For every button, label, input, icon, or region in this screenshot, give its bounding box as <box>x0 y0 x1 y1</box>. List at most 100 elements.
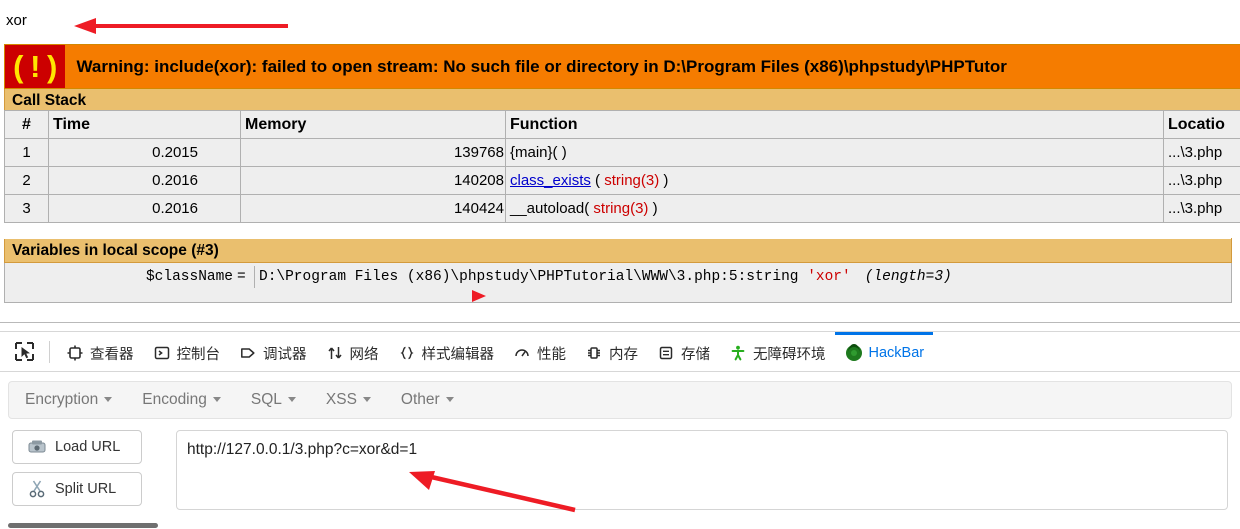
menu-label: Encoding <box>142 391 207 408</box>
performance-icon <box>512 343 532 363</box>
cell-location: ...\3.php <box>1164 167 1240 195</box>
button-label: Split URL <box>55 481 116 497</box>
chevron-down-icon <box>288 397 296 402</box>
tab-label: HackBar <box>869 345 925 361</box>
tab-performance[interactable]: 性能 <box>503 332 575 371</box>
call-stack-header-row: # Time Memory Function Locatio <box>5 111 1240 139</box>
col-header-num: # <box>5 111 49 139</box>
menu-label: Encryption <box>25 391 98 408</box>
cell-location: ...\3.php <box>1164 195 1240 223</box>
menu-label: XSS <box>326 391 357 408</box>
hackbar-menu-encoding[interactable]: Encoding <box>142 391 221 409</box>
tab-style-editor[interactable]: 样式编辑器 <box>388 332 504 371</box>
arrow-to-echo-output <box>70 14 295 38</box>
table-row: 3 0.2016 140424 __autoload( string(3) ) … <box>5 195 1240 223</box>
storage-icon <box>656 343 676 363</box>
inspector-icon <box>65 343 85 363</box>
variables-body-cell: $className = D:\Program Files (x86)\phps… <box>5 263 1232 303</box>
tab-label: 网络 <box>350 343 379 364</box>
function-arg-type: string(3) <box>593 200 648 217</box>
variable-value: D:\Program Files (x86)\phpstudy\PHPTutor… <box>255 266 1231 288</box>
horizontal-scrollbar-thumb[interactable] <box>8 523 158 528</box>
variables-section-title: Variables in local scope (#3) <box>5 239 1232 263</box>
split-url-button[interactable]: Split URL <box>12 472 142 506</box>
variables-section-header-row: Variables in local scope (#3) <box>5 239 1232 263</box>
chevron-down-icon <box>104 397 112 402</box>
url-input[interactable] <box>176 430 1228 510</box>
tab-storage[interactable]: 存储 <box>647 332 719 371</box>
console-icon <box>152 343 172 363</box>
warning-exclamation-icon: ( ! ) <box>13 49 56 84</box>
browser-page-content: xor ( ! ) Warning: include(xor): failed … <box>0 0 1240 322</box>
chevron-down-icon <box>213 397 221 402</box>
cell-function: {main}( ) <box>506 139 1164 167</box>
cell-time: 0.2016 <box>49 167 241 195</box>
tab-label: 查看器 <box>90 343 134 364</box>
tab-label: 调试器 <box>263 343 307 364</box>
warning-icon-cell: ( ! ) <box>5 45 65 89</box>
cell-num: 3 <box>5 195 49 223</box>
col-header-location: Locatio <box>1164 111 1240 139</box>
cell-function: class_exists ( string(3) ) <box>506 167 1164 195</box>
tab-label: 样式编辑器 <box>422 343 495 364</box>
variable-name: $className <box>5 266 237 288</box>
variable-value-path: D:\Program Files (x86)\phpstudy\PHPTutor… <box>259 269 807 285</box>
tab-accessibility[interactable]: 无障碍环境 <box>719 332 835 371</box>
variable-equals-sign: = <box>237 266 255 288</box>
table-row: 1 0.2015 139768 {main}( ) ...\3.php <box>5 139 1240 167</box>
call-stack-section-title: Call Stack <box>5 89 1240 113</box>
function-paren-close: ) <box>648 200 657 217</box>
cell-memory: 140208 <box>241 167 506 195</box>
memory-icon <box>584 343 604 363</box>
function-paren-close: ) <box>659 172 668 189</box>
tab-network[interactable]: 网络 <box>316 332 388 371</box>
call-stack-table: # Time Memory Function Locatio 1 0.2015 … <box>4 110 1240 223</box>
variables-table: Variables in local scope (#3) $className… <box>4 238 1232 303</box>
tab-inspector[interactable]: 查看器 <box>56 332 143 371</box>
button-label: Load URL <box>55 439 120 455</box>
cell-memory: 140424 <box>241 195 506 223</box>
table-row: 2 0.2016 140208 class_exists ( string(3)… <box>5 167 1240 195</box>
cell-memory: 139768 <box>241 139 506 167</box>
devtools-panel: 查看器 控制台 调试器 网络 样式编辑器 <box>0 322 1240 528</box>
tab-debugger[interactable]: 调试器 <box>229 332 316 371</box>
load-url-button[interactable]: Load URL <box>12 430 142 464</box>
function-name-text: {main}( ) <box>510 144 567 161</box>
hackbar-menu-other[interactable]: Other <box>401 391 454 409</box>
cell-time: 0.2015 <box>49 139 241 167</box>
chevron-down-icon <box>446 397 454 402</box>
tab-hackbar[interactable]: HackBar <box>835 332 934 371</box>
tab-label: 内存 <box>609 343 638 364</box>
variable-value-length: (length=3) <box>851 269 952 285</box>
hackbar-icon <box>844 343 864 363</box>
menu-label: SQL <box>251 391 282 408</box>
devtools-toolbar: 查看器 控制台 调试器 网络 样式编辑器 <box>0 332 1240 372</box>
warning-message-text: Warning: include(xor): failed to open st… <box>65 45 1240 89</box>
hackbar-menu-sql[interactable]: SQL <box>251 391 296 409</box>
element-picker-icon[interactable] <box>5 333 43 371</box>
call-stack-section-header-row: Call Stack <box>5 89 1240 113</box>
cell-num: 1 <box>5 139 49 167</box>
hackbar-menu-encryption[interactable]: Encryption <box>25 391 112 409</box>
hackbar-menu-xss[interactable]: XSS <box>326 391 371 409</box>
function-arg-type: string(3) <box>604 172 659 189</box>
echo-output-text: xor <box>6 12 27 29</box>
hackbar-panel: Encryption Encoding SQL XSS Other Load U… <box>0 373 1240 529</box>
function-link[interactable]: class_exists <box>510 172 591 189</box>
cell-num: 2 <box>5 167 49 195</box>
chevron-down-icon <box>363 397 371 402</box>
tab-memory[interactable]: 内存 <box>575 332 647 371</box>
debugger-icon <box>238 343 258 363</box>
hackbar-button-column: Load URL Split URL <box>12 430 142 514</box>
style-editor-icon <box>397 343 417 363</box>
accessibility-icon <box>728 343 748 363</box>
col-header-memory: Memory <box>241 111 506 139</box>
col-header-time: Time <box>49 111 241 139</box>
hackbar-menubar: Encryption Encoding SQL XSS Other <box>8 381 1232 419</box>
split-url-icon <box>27 479 47 499</box>
network-icon <box>325 343 345 363</box>
tab-console[interactable]: 控制台 <box>143 332 230 371</box>
tab-label: 存储 <box>681 343 710 364</box>
function-paren-open: ( <box>591 172 604 189</box>
menu-label: Other <box>401 391 440 408</box>
